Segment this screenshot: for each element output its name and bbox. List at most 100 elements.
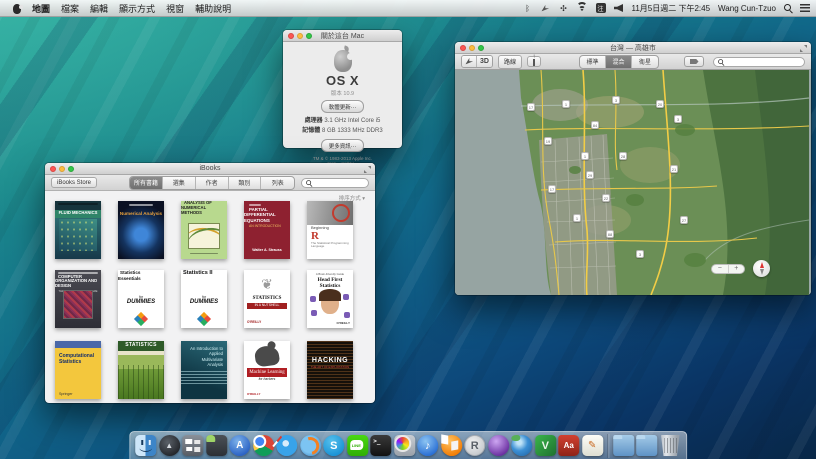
route-shield[interactable]: 84 <box>591 121 599 129</box>
book-cover[interactable]: Beginning R The Statistical Programming … <box>307 201 353 259</box>
mode-hybrid[interactable]: 混合 <box>606 55 632 68</box>
menu-view[interactable]: 顯示方式 <box>119 2 155 15</box>
dock-macvim-icon[interactable] <box>534 435 556 456</box>
book-cover[interactable]: ❦ STATISTICS IN A NUTSHELL O'REILLY <box>244 270 290 328</box>
dock-applications-folder-icon[interactable] <box>612 435 634 456</box>
apple-menu-icon[interactable] <box>12 3 23 14</box>
book-cover[interactable]: FLUID MECHANICS <box>55 201 101 259</box>
dock-android-file-transfer-icon[interactable] <box>205 435 227 456</box>
menu-user-name[interactable]: Wang Cun-Tzuo <box>718 4 776 13</box>
menu-help[interactable]: 輔助說明 <box>195 2 231 15</box>
input-source-icon[interactable]: 注 <box>595 3 606 13</box>
route-shield[interactable]: 29 <box>586 171 594 179</box>
dock-skype-icon[interactable] <box>323 435 345 456</box>
route-shield[interactable]: 3 <box>674 115 682 123</box>
dock-google-earth-icon[interactable] <box>511 435 533 456</box>
route-shield[interactable]: 88 <box>606 230 614 238</box>
zoom-in-button[interactable]: + <box>729 265 745 273</box>
dock-line-icon[interactable] <box>346 435 368 456</box>
directions-button[interactable]: 路線 <box>498 54 523 69</box>
dock-documents-folder-icon[interactable] <box>636 435 658 456</box>
menu-app-name[interactable]: 地圖 <box>32 2 50 15</box>
fullscreen-icon[interactable] <box>364 166 371 173</box>
spotlight-icon[interactable] <box>784 4 792 12</box>
route-shield[interactable]: 20 <box>656 100 664 108</box>
book-cover[interactable]: An Introduction to Applied Multivariate … <box>181 341 227 399</box>
book-cover[interactable]: Numerical Analysis <box>118 201 164 259</box>
menu-file[interactable]: 檔案 <box>61 2 79 15</box>
share-button[interactable] <box>527 56 542 67</box>
menu-edit[interactable]: 編輯 <box>90 2 108 15</box>
menu-window[interactable]: 視窗 <box>166 2 184 15</box>
route-shield[interactable]: 1 <box>573 214 581 222</box>
maps-titlebar[interactable]: 台灣 — 高雄市 <box>455 42 811 54</box>
book-cover[interactable]: Machine Learning for hackers O'REILLY <box>244 341 290 399</box>
dock-itunes-icon[interactable] <box>417 435 439 456</box>
dock-r-project-icon[interactable] <box>464 435 486 456</box>
ibooks-titlebar[interactable]: iBooks <box>45 163 375 175</box>
book-cover[interactable]: Statistics Essentials for DUMMIES <box>118 270 164 328</box>
dock-safari-icon[interactable] <box>276 435 298 456</box>
maps-search-field[interactable] <box>713 56 805 67</box>
dock-launchpad-icon[interactable] <box>158 435 180 456</box>
dock-chrome-icon[interactable] <box>252 435 274 456</box>
book-cover[interactable]: HACKING THE ART OF EXPLOITATION <box>307 341 353 399</box>
dock-dictionary-icon[interactable] <box>558 435 580 456</box>
book-cover[interactable]: A Brain-Friendly Guide Head First Statis… <box>307 270 353 328</box>
route-shield[interactable]: 17 <box>527 103 535 111</box>
map-canvas[interactable]: 17 1 3 20 3 84 19 1 28 21 29 17 22 1 27 … <box>455 70 811 295</box>
wifi-icon[interactable] <box>576 1 588 13</box>
dock-trash-icon[interactable] <box>661 435 680 456</box>
route-shield[interactable]: 1 <box>581 152 589 160</box>
book-cover[interactable]: COMPUTER ORGANIZATION AND DESIGN THE HAR… <box>55 270 101 328</box>
book-title: Head First Statistics <box>317 277 343 290</box>
notification-center-icon[interactable] <box>800 4 810 12</box>
route-shield[interactable]: 3 <box>636 250 644 258</box>
dock-ibooks-icon[interactable] <box>440 435 462 456</box>
ibooks-store-button[interactable]: iBooks Store <box>51 177 98 188</box>
route-shield[interactable]: 3 <box>612 96 620 104</box>
tab-all-books[interactable]: 所有書籍 <box>130 176 163 189</box>
menu-clock[interactable]: 11月5日週二 下午2:45 <box>632 3 711 14</box>
route-shield[interactable]: 28 <box>619 152 627 160</box>
volume-icon[interactable] <box>614 3 624 13</box>
route-shield[interactable]: 21 <box>670 165 678 173</box>
mode-standard[interactable]: 標準 <box>580 55 606 68</box>
book-cover[interactable]: Computational Statistics Springer <box>55 341 101 399</box>
more-info-button[interactable]: 更多資訊⋯ <box>320 139 365 153</box>
tab-categories[interactable]: 類別 <box>229 176 262 189</box>
route-shield[interactable]: 17 <box>548 185 556 193</box>
fullscreen-icon[interactable] <box>800 45 807 52</box>
route-shield[interactable]: 22 <box>602 194 610 202</box>
about-titlebar[interactable]: 關於這台 Mac <box>283 30 402 42</box>
3d-view-button[interactable]: 3D <box>477 56 492 67</box>
book-cover[interactable]: STATISTICS <box>118 341 164 399</box>
dock-iphoto-icon[interactable] <box>393 435 415 456</box>
book-cover[interactable]: PARTIAL DIFFERENTIAL EQUATIONS AN INTROD… <box>244 201 290 259</box>
zoom-out-button[interactable]: − <box>712 265 729 273</box>
tab-collections[interactable]: 選集 <box>163 176 196 189</box>
bluetooth-icon[interactable]: ᛒ <box>523 3 533 13</box>
tab-authors[interactable]: 作者 <box>196 176 229 189</box>
ibooks-search-field[interactable] <box>301 177 369 188</box>
software-update-button[interactable]: 軟體更新⋯ <box>320 100 365 113</box>
airplay-icon[interactable]: ✣ <box>559 3 569 13</box>
dock-firefox-icon[interactable] <box>299 435 321 456</box>
location-arrow-icon[interactable] <box>541 3 551 13</box>
dock-purple-globe-app-icon[interactable] <box>487 435 509 456</box>
bookmarks-icon[interactable] <box>684 56 704 67</box>
route-shield[interactable]: 1 <box>562 100 570 108</box>
current-location-button[interactable] <box>462 56 477 67</box>
dock-mission-control-icon[interactable] <box>182 435 204 456</box>
dock-terminal-icon[interactable] <box>370 435 392 456</box>
tab-list[interactable]: 列表 <box>261 177 294 189</box>
compass-icon[interactable] <box>753 260 770 277</box>
dock-pages-icon[interactable] <box>581 435 603 456</box>
book-cover[interactable]: ANALYSIS OF NUMERICAL METHODS <box>181 201 227 259</box>
route-shield[interactable]: 19 <box>544 137 552 145</box>
book-cover[interactable]: Statistics II for DUMMIES <box>181 270 227 328</box>
dock-finder-icon[interactable] <box>135 435 157 456</box>
route-shield[interactable]: 27 <box>680 216 688 224</box>
dock-app-store-icon[interactable] <box>229 435 251 456</box>
mode-satellite[interactable]: 衛星 <box>632 56 658 68</box>
